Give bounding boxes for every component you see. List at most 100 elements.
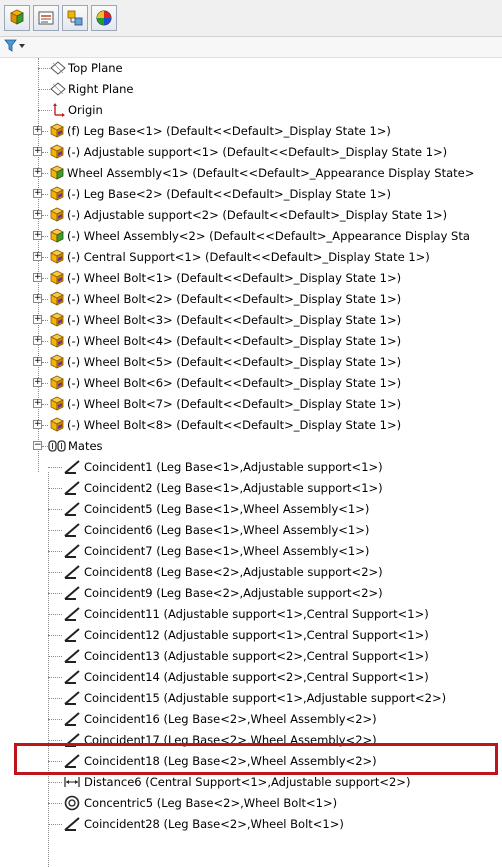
- tree-item-label: (-) Leg Base<2> (Default<<Default>_Displ…: [67, 187, 392, 201]
- property-manager-tab-icon[interactable]: [33, 5, 59, 31]
- tree-connector: [42, 236, 48, 237]
- tree-item-mate[interactable]: Coincident1 (Leg Base<1>,Adjustable supp…: [0, 457, 502, 478]
- filter-bar: [0, 37, 502, 58]
- tree-connector: [48, 530, 62, 531]
- tree-item-label: (-) Central Support<1> (Default<<Default…: [67, 250, 430, 264]
- tree-connector: [42, 152, 48, 153]
- coincident-mate-icon: [63, 501, 80, 517]
- tree-item-mate[interactable]: Coincident14 (Adjustable support<2>,Cent…: [0, 667, 502, 688]
- tree-item-mate[interactable]: Coincident5 (Leg Base<1>,Wheel Assembly<…: [0, 499, 502, 520]
- tree-item-label: (-) Wheel Assembly<2> (Default<<Default>…: [67, 229, 470, 243]
- assembly-icon: [49, 228, 65, 244]
- tree-item-component[interactable]: + (-) Wheel Bolt<2> (Default<<Default>_Di…: [0, 289, 502, 310]
- distance-mate-icon: [63, 774, 80, 790]
- tree-item-plane[interactable]: Origin: [0, 100, 502, 121]
- tree-item-component[interactable]: + (-) Wheel Bolt<8> (Default<<Default>_Di…: [0, 415, 502, 436]
- tree-connector: [48, 572, 62, 573]
- part-icon: [49, 396, 65, 412]
- tree-item-mate[interactable]: Coincident8 (Leg Base<2>,Adjustable supp…: [0, 562, 502, 583]
- tree-item-mate[interactable]: Coincident12 (Adjustable support<1>,Cent…: [0, 625, 502, 646]
- feature-manager-tab-icon[interactable]: [4, 5, 30, 31]
- expand-icon[interactable]: +: [33, 315, 42, 324]
- expand-icon[interactable]: +: [33, 168, 42, 177]
- expand-icon[interactable]: +: [33, 336, 42, 345]
- tree-connector: [42, 194, 48, 195]
- expand-icon[interactable]: +: [33, 210, 42, 219]
- expand-icon[interactable]: +: [33, 273, 42, 282]
- collapse-icon[interactable]: −: [33, 441, 42, 450]
- expand-icon[interactable]: +: [33, 252, 42, 261]
- part-icon: [49, 291, 65, 307]
- tree-item-mate[interactable]: Coincident9 (Leg Base<2>,Adjustable supp…: [0, 583, 502, 604]
- expand-icon[interactable]: +: [33, 420, 42, 429]
- expand-icon[interactable]: +: [33, 378, 42, 387]
- tree-connector: [48, 635, 62, 636]
- expand-icon[interactable]: +: [33, 399, 42, 408]
- tree-item-label: Origin: [68, 103, 103, 117]
- tree-item-component[interactable]: + (-) Wheel Bolt<6> (Default<<Default>_Di…: [0, 373, 502, 394]
- tree-item-mate[interactable]: Coincident13 (Adjustable support<2>,Cent…: [0, 646, 502, 667]
- tree-item-label: Right Plane: [68, 82, 134, 96]
- tree-connector: [42, 173, 48, 174]
- tree-connector: [42, 257, 48, 258]
- display-manager-tab-icon[interactable]: [91, 5, 117, 31]
- tree-item-mate[interactable]: Distance6 (Central Support<1>,Adjustable…: [0, 772, 502, 793]
- tree-item-mate[interactable]: Coincident11 (Adjustable support<1>,Cent…: [0, 604, 502, 625]
- expand-icon[interactable]: +: [33, 126, 42, 135]
- tree-item-mate[interactable]: Coincident28 (Leg Base<2>,Wheel Bolt<1>): [0, 814, 502, 835]
- tree-item-component[interactable]: + (-) Wheel Assembly<2> (Default<<Default…: [0, 226, 502, 247]
- tree-item-mate[interactable]: Coincident15 (Adjustable support<1>,Adju…: [0, 688, 502, 709]
- tree-item-component[interactable]: + (-) Wheel Bolt<4> (Default<<Default>_Di…: [0, 331, 502, 352]
- tree-item-mates-folder[interactable]: − Mates: [0, 436, 502, 457]
- tree-item-label: Coincident16 (Leg Base<2>,Wheel Assembly…: [84, 712, 377, 726]
- tree-connector: [48, 467, 62, 468]
- tree-connector: [48, 824, 62, 825]
- part-icon: [49, 144, 65, 160]
- expand-icon[interactable]: +: [33, 231, 42, 240]
- tree-item-component[interactable]: + (-) Adjustable support<1> (Default<<Def…: [0, 142, 502, 163]
- tree-connector: [48, 698, 62, 699]
- tree-item-component[interactable]: + (-) Wheel Bolt<5> (Default<<Default>_Di…: [0, 352, 502, 373]
- tree-item-component[interactable]: + Wheel Assembly<1> (Default<<Default>_Ap…: [0, 163, 502, 184]
- expand-icon[interactable]: +: [33, 294, 42, 303]
- tree-connector: [42, 278, 48, 279]
- tree-item-label: Coincident14 (Adjustable support<2>,Cent…: [84, 670, 429, 684]
- filter-icon[interactable]: [4, 39, 26, 56]
- tree-connector: [42, 341, 48, 342]
- tree-item-plane[interactable]: Top Plane: [0, 58, 502, 79]
- tree-item-component[interactable]: + (-) Wheel Bolt<7> (Default<<Default>_Di…: [0, 394, 502, 415]
- tree-item-mate[interactable]: Coincident6 (Leg Base<1>,Wheel Assembly<…: [0, 520, 502, 541]
- tree-item-label: Coincident7 (Leg Base<1>,Wheel Assembly<…: [84, 544, 370, 558]
- tree-item-mate[interactable]: Coincident2 (Leg Base<1>,Adjustable supp…: [0, 478, 502, 499]
- tree-item-label: Coincident12 (Adjustable support<1>,Cent…: [84, 628, 429, 642]
- tree-item-label: Coincident8 (Leg Base<2>,Adjustable supp…: [84, 565, 383, 579]
- tree-item-label: (-) Adjustable support<2> (Default<<Defa…: [67, 208, 448, 222]
- tree-item-plane[interactable]: Right Plane: [0, 79, 502, 100]
- tree-connector: [42, 383, 48, 384]
- tree-connector: [48, 614, 62, 615]
- expand-icon[interactable]: +: [33, 189, 42, 198]
- tree-item-label: Coincident28 (Leg Base<2>,Wheel Bolt<1>): [84, 817, 344, 831]
- feature-manager-toolbar: [0, 0, 502, 37]
- tree-item-mate[interactable]: Coincident16 (Leg Base<2>,Wheel Assembly…: [0, 709, 502, 730]
- tree-item-component[interactable]: + (-) Leg Base<2> (Default<<Default>_Disp…: [0, 184, 502, 205]
- tree-item-label: Coincident1 (Leg Base<1>,Adjustable supp…: [84, 460, 383, 474]
- coincident-mate-icon: [63, 816, 80, 832]
- tree-item-component[interactable]: + (f) Leg Base<1> (Default<<Default>_Disp…: [0, 121, 502, 142]
- tree-item-component[interactable]: + (-) Wheel Bolt<3> (Default<<Default>_Di…: [0, 310, 502, 331]
- part-icon: [49, 417, 65, 433]
- configuration-manager-tab-icon[interactable]: [62, 5, 88, 31]
- expand-icon[interactable]: +: [33, 357, 42, 366]
- tree-item-mate[interactable]: Coincident7 (Leg Base<1>,Wheel Assembly<…: [0, 541, 502, 562]
- tree-item-mate[interactable]: Concentric5 (Leg Base<2>,Wheel Bolt<1>): [0, 793, 502, 814]
- tree-connector: [42, 131, 48, 132]
- tree-item-label: Coincident9 (Leg Base<2>,Adjustable supp…: [84, 586, 383, 600]
- tree-connector: [48, 803, 62, 804]
- tree-item-component[interactable]: + (-) Wheel Bolt<1> (Default<<Default>_Di…: [0, 268, 502, 289]
- part-icon: [49, 354, 65, 370]
- coincident-mate-icon: [63, 585, 80, 601]
- expand-icon[interactable]: +: [33, 147, 42, 156]
- part-icon: [49, 207, 65, 223]
- tree-item-component[interactable]: + (-) Central Support<1> (Default<<Defaul…: [0, 247, 502, 268]
- tree-item-component[interactable]: + (-) Adjustable support<2> (Default<<Def…: [0, 205, 502, 226]
